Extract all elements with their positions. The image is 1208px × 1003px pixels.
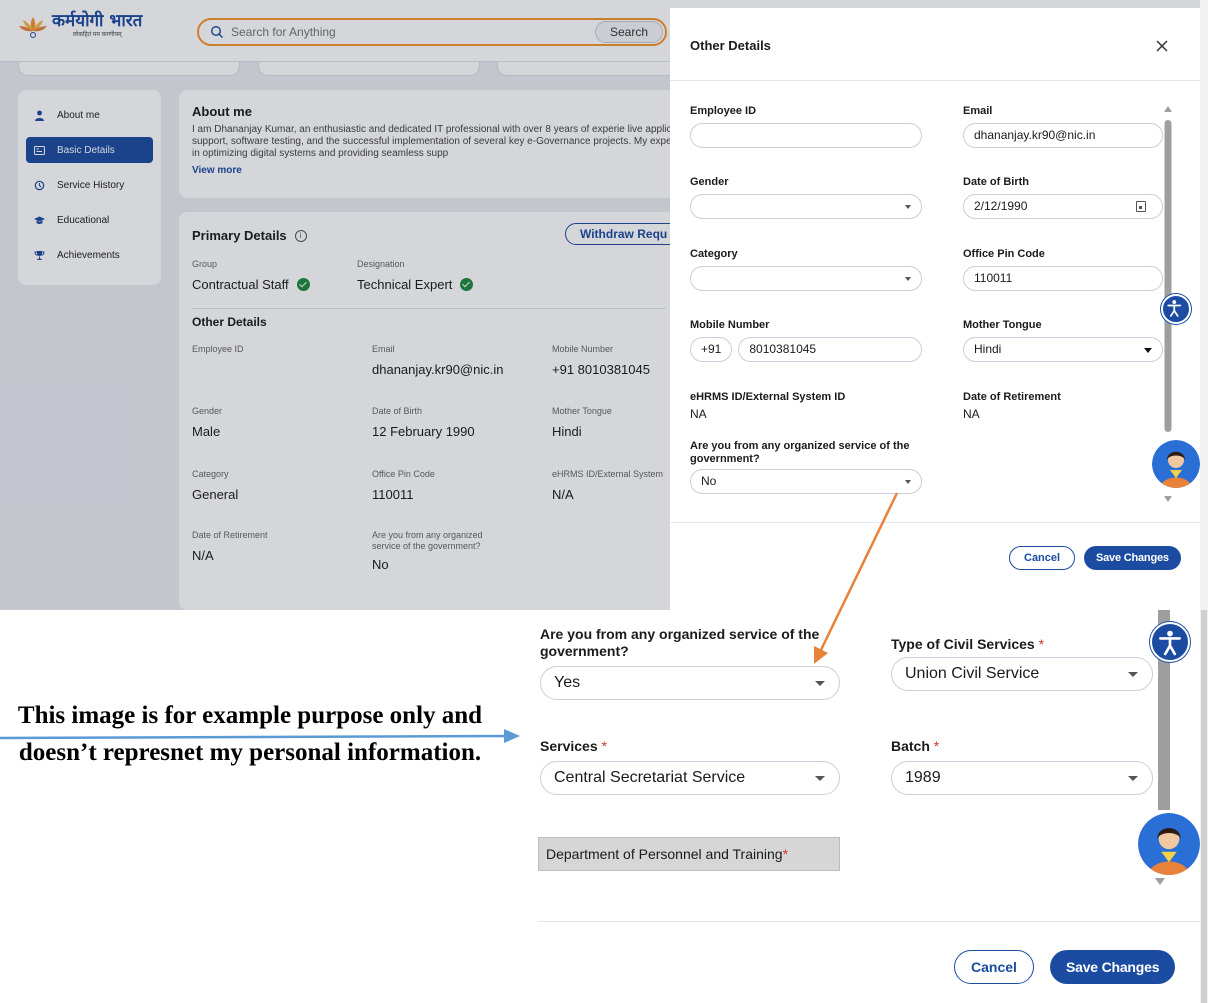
blue-arrow-icon bbox=[0, 729, 520, 743]
orange-arrow-icon bbox=[814, 492, 899, 664]
annotation-arrows bbox=[0, 492, 899, 743]
page-scrollbar-thumb[interactable] bbox=[1201, 610, 1207, 1003]
